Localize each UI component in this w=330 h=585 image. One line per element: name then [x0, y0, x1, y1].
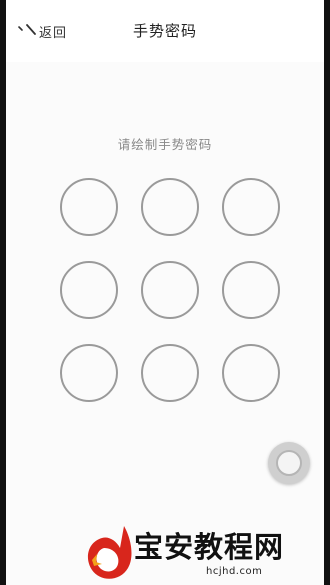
pattern-dot[interactable]	[60, 261, 118, 319]
page-title: 手势密码	[132, 22, 197, 40]
screen: 返回 手势密码 请绘制手势密码	[6, 0, 324, 585]
assistive-touch-button[interactable]	[268, 442, 310, 484]
flame-d-logo	[87, 526, 132, 579]
watermark: 宝安教程网 hcjhd.com	[80, 518, 330, 585]
assistive-touch-icon	[276, 450, 302, 476]
pattern-dot[interactable]	[222, 261, 280, 319]
watermark-url: hcjhd.com	[206, 566, 263, 577]
pattern-dot[interactable]	[141, 178, 199, 236]
gesture-pattern-grid[interactable]	[60, 178, 284, 408]
pattern-dot[interactable]	[60, 344, 118, 402]
pattern-dot[interactable]	[222, 344, 280, 402]
pattern-dot[interactable]	[141, 261, 199, 319]
watermark-brand: 宝安教程网	[134, 530, 285, 564]
phone-frame: 返回 手势密码 请绘制手势密码 宝安教程网 hcjhd.com	[0, 0, 330, 585]
gesture-prompt: 请绘制手势密码	[117, 137, 213, 152]
pattern-dot[interactable]	[141, 344, 199, 402]
pattern-dot[interactable]	[222, 178, 280, 236]
navigation-bar: 返回 手势密码	[6, 0, 324, 62]
pattern-dot[interactable]	[60, 178, 118, 236]
